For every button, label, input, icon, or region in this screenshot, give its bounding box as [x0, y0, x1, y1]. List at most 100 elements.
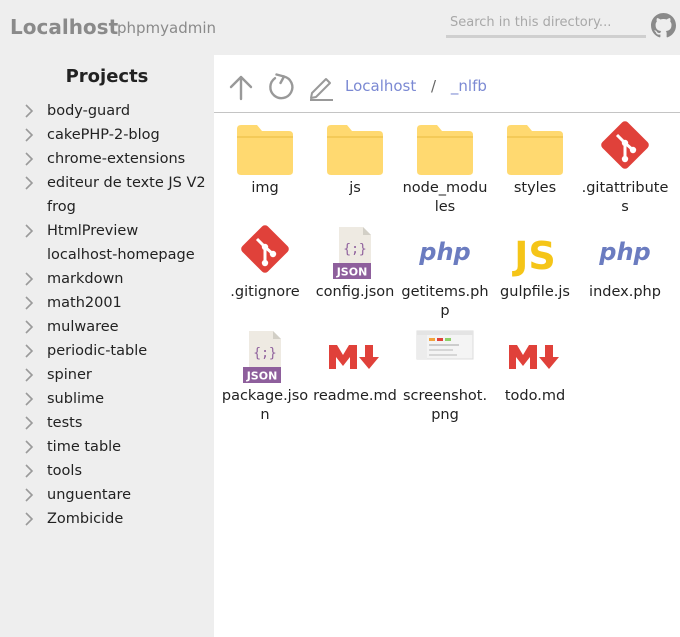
chevron-right-icon[interactable] — [24, 344, 34, 358]
refresh-icon[interactable] — [267, 73, 295, 101]
breadcrumb-item-current[interactable]: _nlfb — [451, 77, 487, 95]
toolbar: Localhost / _nlfb — [214, 55, 680, 113]
sidebar-item-label: editeur de texte JS V2 — [47, 175, 206, 191]
sidebar-item-frog[interactable]: frog — [0, 195, 214, 219]
folder-item[interactable]: node_modules — [401, 121, 489, 217]
file-name: package.json — [221, 388, 309, 423]
projects-sidebar: Projects body-guard cakePHP-2-blog chrome-… — [0, 55, 214, 637]
sidebar-item-label: sublime — [47, 391, 105, 407]
chevron-right-icon[interactable] — [24, 152, 34, 166]
sidebar-item-time-table[interactable]: time table — [0, 435, 214, 459]
file-name: gulpfile.js — [500, 284, 570, 300]
chevron-right-icon[interactable] — [24, 320, 34, 334]
sidebar-item-spiner[interactable]: spiner — [0, 363, 214, 387]
sidebar-item-tests[interactable]: tests — [0, 411, 214, 435]
chevron-right-icon[interactable] — [24, 464, 34, 478]
image-thumbnail-icon — [416, 330, 474, 360]
sidebar-item-markdown[interactable]: markdown — [0, 267, 214, 291]
folder-item[interactable]: styles — [491, 121, 579, 198]
sidebar-item-mulwaree[interactable]: mulwaree — [0, 315, 214, 339]
file-item[interactable]: {;} JSON config.json — [311, 225, 399, 302]
sidebar-item-localhost-homepage[interactable]: localhost-homepage — [0, 243, 214, 267]
sidebar-item-sublime[interactable]: sublime — [0, 387, 214, 411]
php-file-icon: php — [598, 238, 650, 266]
brand-title[interactable]: Localhost — [10, 15, 118, 39]
sidebar-item-math2001[interactable]: math2001 — [0, 291, 214, 315]
chevron-right-icon[interactable] — [24, 440, 34, 454]
pencil-icon[interactable] — [307, 73, 335, 101]
sidebar-item-periodic-table[interactable]: periodic-table — [0, 339, 214, 363]
file-name: img — [251, 180, 279, 196]
chevron-right-icon[interactable] — [24, 392, 34, 406]
folder-icon — [327, 125, 383, 175]
chevron-right-icon[interactable] — [24, 176, 34, 190]
breadcrumb-separator: / — [431, 77, 437, 95]
folder-icon — [507, 125, 563, 175]
phpmyadmin-link[interactable]: phpmyadmin — [117, 19, 216, 37]
file-item[interactable]: {;} JSON package.json — [221, 329, 309, 425]
svg-text:JSON: JSON — [336, 266, 368, 279]
git-icon — [241, 225, 289, 273]
sidebar-item-label: HtmlPreview — [47, 223, 139, 239]
sidebar-item-label: localhost-homepage — [47, 247, 195, 263]
sidebar-item-zombicide[interactable]: Zombicide — [0, 507, 214, 531]
chevron-right-icon[interactable] — [24, 488, 34, 502]
sidebar-item-editeur-de-texte-js-v2[interactable]: editeur de texte JS V2 — [0, 171, 214, 195]
sidebar-item-label: math2001 — [47, 295, 122, 311]
svg-text:JS: JS — [511, 234, 556, 278]
sidebar-item-cakephp-2-blog[interactable]: cakePHP-2-blog — [0, 123, 214, 147]
top-bar: Localhost phpmyadmin — [0, 0, 680, 55]
svg-text:{;}: {;} — [343, 242, 366, 257]
sidebar-item-label: Zombicide — [47, 511, 124, 527]
chevron-right-icon[interactable] — [24, 224, 34, 238]
file-name: screenshot.png — [402, 388, 488, 423]
js-file-icon: JS — [511, 234, 556, 278]
file-name: .gitignore — [230, 284, 300, 300]
file-item[interactable]: todo.md — [491, 329, 579, 406]
sidebar-item-body-guard[interactable]: body-guard — [0, 99, 214, 123]
folder-item[interactable]: js — [311, 121, 399, 198]
sidebar-item-label: mulwaree — [47, 319, 119, 335]
sidebar-item-label: frog — [47, 199, 76, 215]
sidebar-item-label: tools — [47, 463, 83, 479]
sidebar-item-label: time table — [47, 439, 122, 455]
sidebar-item-label: cakePHP-2-blog — [47, 127, 160, 143]
sidebar-item-label: spiner — [47, 367, 92, 383]
file-item[interactable]: .gitattributes — [581, 121, 669, 217]
breadcrumb-item-localhost[interactable]: Localhost — [345, 77, 416, 95]
file-name: index.php — [589, 284, 661, 300]
sidebar-item-unguentare[interactable]: unguentare — [0, 483, 214, 507]
file-name: todo.md — [504, 388, 566, 404]
file-item[interactable]: JS gulpfile.js — [491, 225, 579, 302]
svg-text:{;}: {;} — [253, 346, 276, 361]
file-item[interactable]: php getitems.php — [401, 225, 489, 321]
file-item[interactable]: php index.php — [581, 225, 669, 302]
file-item[interactable]: .gitignore — [221, 225, 309, 302]
arrow-up-icon[interactable] — [227, 73, 255, 101]
svg-text:php: php — [418, 238, 470, 266]
sidebar-item-label: tests — [47, 415, 83, 431]
markdown-icon — [329, 345, 379, 369]
sidebar-item-htmlpreview[interactable]: HtmlPreview — [0, 219, 214, 243]
file-item[interactable]: readme.md — [311, 329, 399, 406]
file-item[interactable]: screenshot.png — [401, 329, 489, 425]
sidebar-item-tools[interactable]: tools — [0, 459, 214, 483]
php-file-icon: php — [418, 238, 470, 266]
sidebar-item-label: markdown — [47, 271, 124, 287]
chevron-right-icon[interactable] — [24, 104, 34, 118]
chevron-right-icon[interactable] — [24, 272, 34, 286]
file-name: readme.md — [313, 388, 397, 404]
file-name: .gitattributes — [581, 180, 669, 215]
chevron-right-icon[interactable] — [24, 416, 34, 430]
sidebar-item-chrome-extensions[interactable]: chrome-extensions — [0, 147, 214, 171]
sidebar-title: Projects — [65, 66, 149, 87]
chevron-right-icon[interactable] — [24, 368, 34, 382]
chevron-right-icon[interactable] — [24, 128, 34, 142]
search-input[interactable] — [446, 10, 646, 38]
github-icon[interactable] — [651, 13, 676, 38]
git-icon — [601, 121, 649, 169]
chevron-right-icon[interactable] — [24, 512, 34, 526]
main-panel: Localhost / _nlfb img js node_modules style… — [214, 55, 680, 637]
folder-item[interactable]: img — [221, 121, 309, 198]
chevron-right-icon[interactable] — [24, 296, 34, 310]
